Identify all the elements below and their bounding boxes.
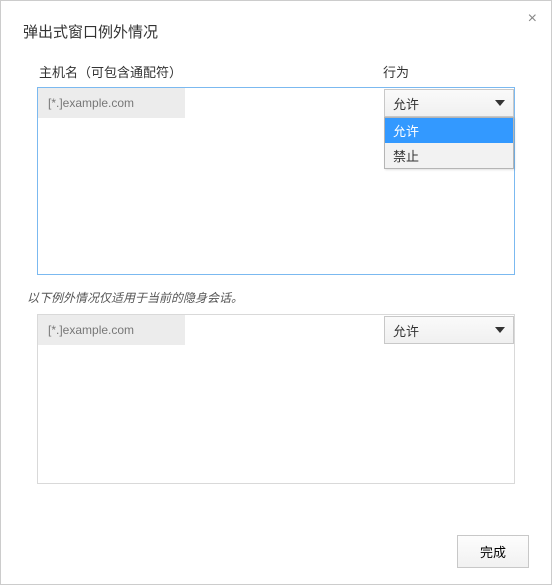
- hostname-input[interactable]: [*.]example.com: [38, 315, 185, 345]
- main-exceptions-list[interactable]: [*.]example.com 允许 允许 禁止: [37, 87, 515, 275]
- header-hostname: 主机名（可包含通配符）: [39, 62, 383, 81]
- hostname-input[interactable]: [*.]example.com: [38, 88, 185, 118]
- incognito-exceptions-list[interactable]: [*.]example.com 允许: [37, 314, 515, 484]
- chevron-down-icon: [495, 100, 505, 106]
- dialog-title: 弹出式窗口例外情况: [23, 21, 529, 42]
- behavior-option-block[interactable]: 禁止: [385, 143, 513, 168]
- behavior-option-allow[interactable]: 允许: [385, 118, 513, 143]
- dialog-footer: 完成: [457, 535, 529, 568]
- list-item: [*.]example.com 允许 允许 禁止: [38, 88, 514, 118]
- close-icon[interactable]: ×: [528, 11, 537, 27]
- incognito-note: 以下例外情况仅适用于当前的隐身会话。: [27, 289, 525, 306]
- behavior-select[interactable]: 允许 允许 禁止: [384, 89, 514, 117]
- column-headers: 主机名（可包含通配符） 行为: [23, 62, 529, 87]
- behavior-dropdown-menu: 允许 禁止: [384, 117, 514, 169]
- behavior-select-value: 允许: [393, 94, 419, 113]
- chevron-down-icon: [495, 327, 505, 333]
- header-behavior: 行为: [383, 62, 513, 81]
- behavior-select-value: 允许: [393, 321, 419, 340]
- list-item: [*.]example.com 允许: [38, 315, 514, 345]
- popup-exceptions-dialog: × 弹出式窗口例外情况 主机名（可包含通配符） 行为 [*.]example.c…: [0, 0, 552, 585]
- behavior-select[interactable]: 允许: [384, 316, 514, 344]
- done-button[interactable]: 完成: [457, 535, 529, 568]
